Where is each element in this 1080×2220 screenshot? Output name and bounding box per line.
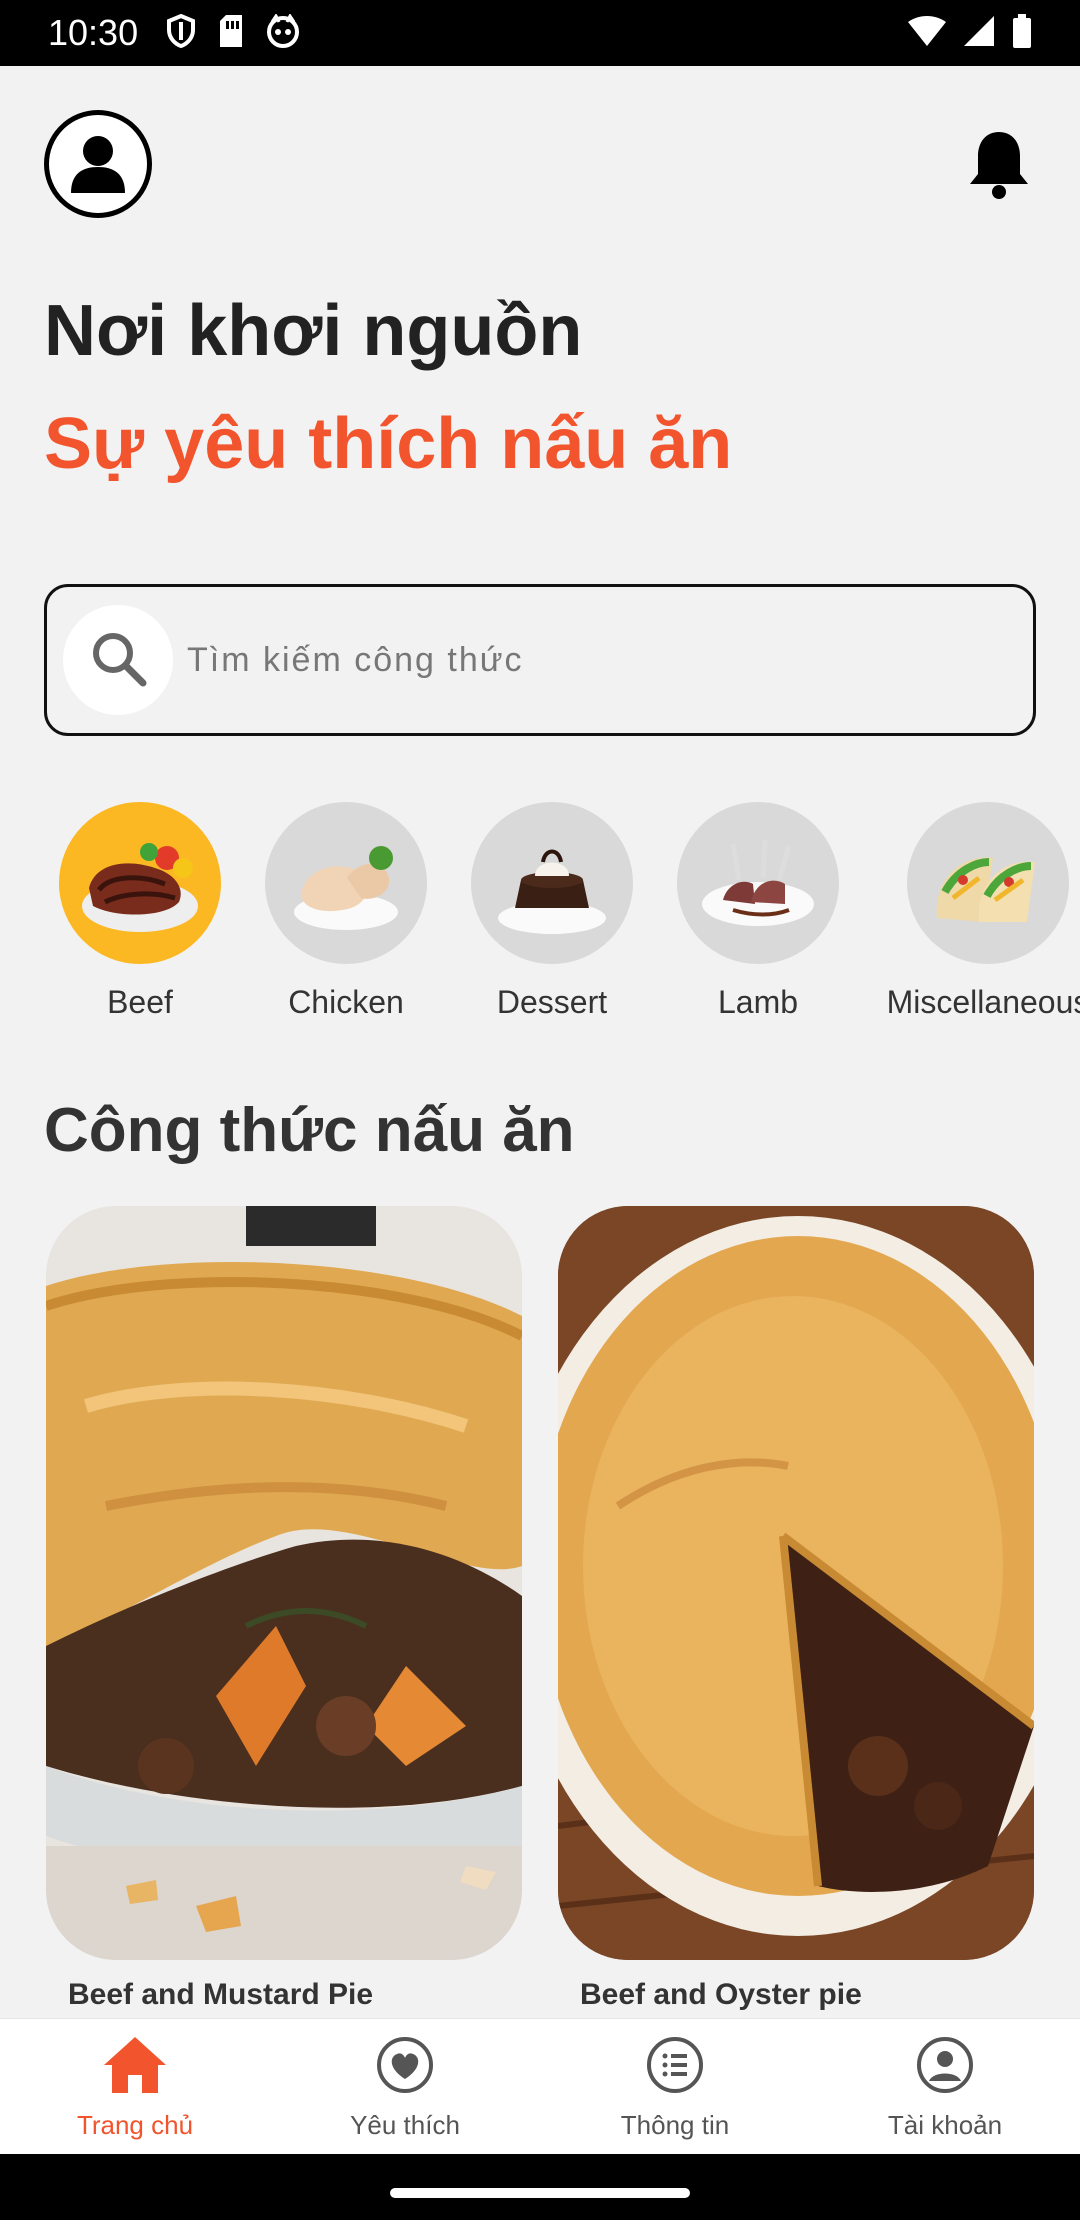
category-label: Lamb	[717, 984, 799, 1020]
search-input[interactable]: Tìm kiếm công thức	[187, 641, 524, 680]
nav-label: Thông tin	[620, 2110, 730, 2140]
nav-label: Tài khoản	[887, 2110, 1003, 2140]
recipes-section-title: Công thức nấu ăn	[44, 1096, 575, 1165]
category-label: Miscellaneous	[886, 984, 1080, 1020]
recipe-image	[558, 1206, 1034, 1960]
home-icon	[102, 2035, 168, 2100]
nav-info[interactable]: Thông tin	[540, 2019, 810, 2154]
category-label: Dessert	[496, 984, 608, 1020]
cat-app-icon	[266, 12, 300, 53]
search-button[interactable]	[63, 605, 173, 715]
status-time: 10:30	[48, 12, 139, 53]
recipe-card[interactable]: Beef and Oyster pie	[558, 1206, 1034, 2012]
profile-avatar-button[interactable]	[44, 110, 152, 218]
nav-home[interactable]: Trang chủ	[0, 2019, 270, 2154]
recipe-name: Beef and Oyster pie	[580, 1978, 862, 2011]
category-lamb[interactable]: Lamb	[658, 802, 858, 1021]
hero-subtitle: Sự yêu thích nấu ăn	[44, 404, 733, 484]
search-icon	[89, 629, 147, 692]
category-list: Beef Chicken Dessert Lamb Miscellaneous	[40, 802, 1080, 1022]
category-image	[265, 802, 427, 964]
category-dessert[interactable]: Dessert	[452, 802, 652, 1021]
category-image	[59, 802, 221, 964]
status-bar: 10:30	[0, 0, 1080, 66]
gesture-handle[interactable]	[390, 2188, 690, 2198]
user-avatar-icon	[63, 127, 133, 202]
nav-label: Trang chủ	[76, 2110, 194, 2140]
heart-icon	[375, 2035, 435, 2100]
category-image	[907, 802, 1069, 964]
bell-icon	[966, 132, 1032, 204]
battery-icon	[1012, 13, 1032, 53]
recipe-image	[46, 1206, 522, 1960]
wifi-icon	[908, 15, 946, 51]
search-bar[interactable]: Tìm kiếm công thức	[44, 584, 1036, 736]
account-icon	[915, 2035, 975, 2100]
category-beef[interactable]: Beef	[40, 802, 240, 1021]
category-image	[471, 802, 633, 964]
list-icon	[645, 2035, 705, 2100]
category-image	[677, 802, 839, 964]
category-label: Beef	[107, 984, 173, 1020]
hero-title: Nơi khơi nguồn	[44, 291, 583, 371]
nav-label: Yêu thích	[350, 2110, 460, 2140]
category-chicken[interactable]: Chicken	[246, 802, 446, 1021]
bottom-navigation: Trang chủ Yêu thích Thông tin Tài khoản	[0, 2018, 1080, 2154]
recipe-card[interactable]: Beef and Mustard Pie	[46, 1206, 522, 2012]
category-miscellaneous[interactable]: Miscellaneous	[868, 802, 1080, 1021]
signal-icon	[964, 15, 994, 51]
system-navigation-bar	[0, 2154, 1080, 2220]
shield-icon	[166, 13, 196, 53]
nav-account[interactable]: Tài khoản	[810, 2019, 1080, 2154]
nav-favorites[interactable]: Yêu thích	[270, 2019, 540, 2154]
notification-button[interactable]	[966, 128, 1032, 200]
category-label: Chicken	[288, 984, 404, 1020]
recipe-name: Beef and Mustard Pie	[68, 1978, 374, 2011]
sim-card-icon	[218, 14, 244, 52]
